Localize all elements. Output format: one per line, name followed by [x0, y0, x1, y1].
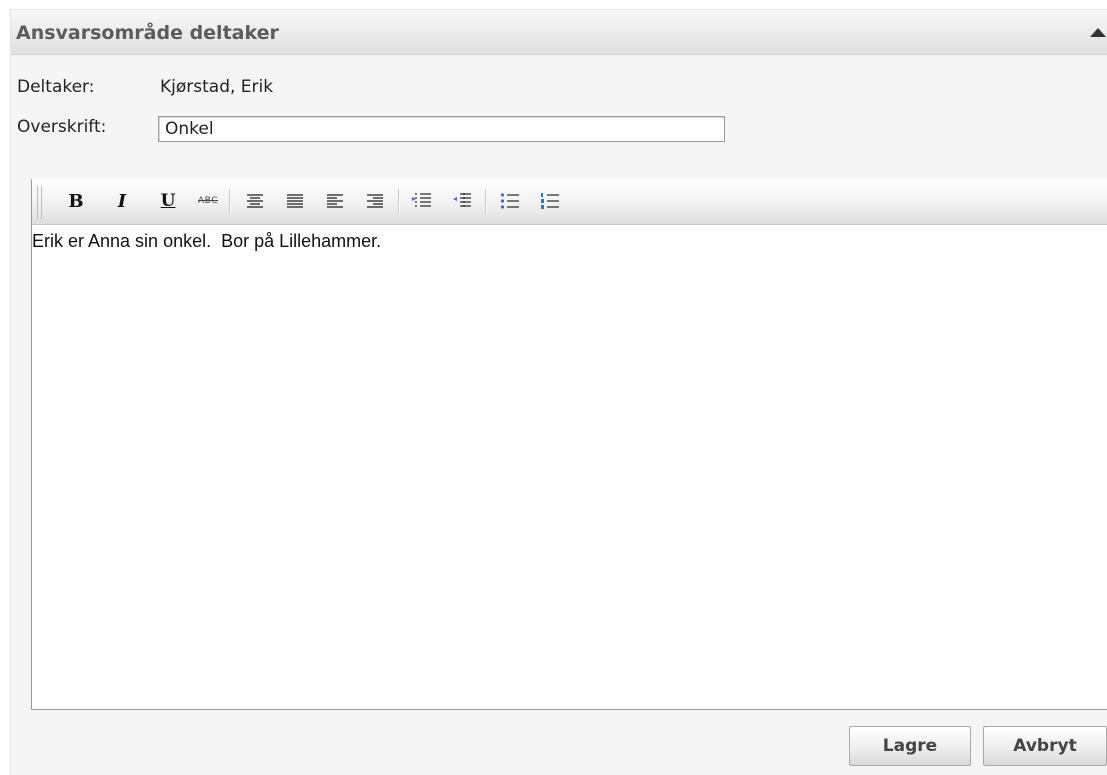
toolbar-separator — [229, 189, 231, 214]
align-left-button[interactable] — [323, 188, 347, 214]
collapse-up-icon[interactable] — [1090, 28, 1106, 37]
heading-input[interactable] — [158, 116, 725, 142]
toolbar-grip[interactable] — [37, 186, 42, 219]
editor-content-area[interactable]: Erik er Anna sin onkel. Bor på Lillehamm… — [32, 225, 1107, 709]
indent-icon — [412, 193, 431, 209]
underline-icon: U — [160, 191, 176, 211]
editor-toolbar: B I U ABC — [32, 179, 1107, 225]
numbered-list-button[interactable] — [538, 188, 562, 214]
indent-button[interactable] — [410, 188, 434, 214]
bold-button[interactable]: B — [64, 188, 88, 214]
bold-icon: B — [68, 190, 84, 212]
participant-label: Deltaker: — [17, 77, 95, 97]
outdent-button[interactable] — [450, 188, 474, 214]
responsibility-panel: Ansvarsområde deltaker Deltaker: Kjørsta… — [10, 9, 1107, 775]
bullet-list-button[interactable] — [498, 188, 522, 214]
panel-header: Ansvarsområde deltaker — [11, 9, 1107, 55]
participant-name: Kjørstad, Erik — [160, 77, 274, 97]
align-right-icon — [367, 194, 383, 208]
heading-label: Overskrift: — [17, 117, 107, 137]
outdent-icon — [453, 193, 471, 209]
align-center-icon — [247, 194, 263, 208]
align-left-icon — [327, 194, 343, 208]
align-center-button[interactable] — [243, 188, 267, 214]
align-justify-icon — [287, 194, 303, 208]
strikethrough-icon: ABC — [198, 196, 218, 206]
toolbar-separator — [398, 189, 400, 214]
underline-button[interactable]: U — [156, 188, 180, 214]
panel-title: Ansvarsområde deltaker — [16, 22, 279, 44]
numbered-list-icon — [541, 193, 559, 209]
strikethrough-button[interactable]: ABC — [196, 188, 220, 214]
save-button[interactable]: Lagre — [849, 726, 971, 766]
align-right-button[interactable] — [363, 188, 387, 214]
toolbar-separator — [485, 189, 487, 214]
cancel-button[interactable]: Avbryt — [983, 726, 1107, 766]
rich-text-editor: B I U ABC Erik er Anna sin onkel. Bor på… — [31, 179, 1107, 710]
italic-icon: I — [117, 190, 127, 212]
bullet-list-icon — [500, 193, 519, 209]
editor-text: Erik er Anna sin onkel. Bor på Lillehamm… — [32, 231, 382, 251]
align-justify-button[interactable] — [283, 188, 307, 214]
italic-button[interactable]: I — [110, 188, 134, 214]
